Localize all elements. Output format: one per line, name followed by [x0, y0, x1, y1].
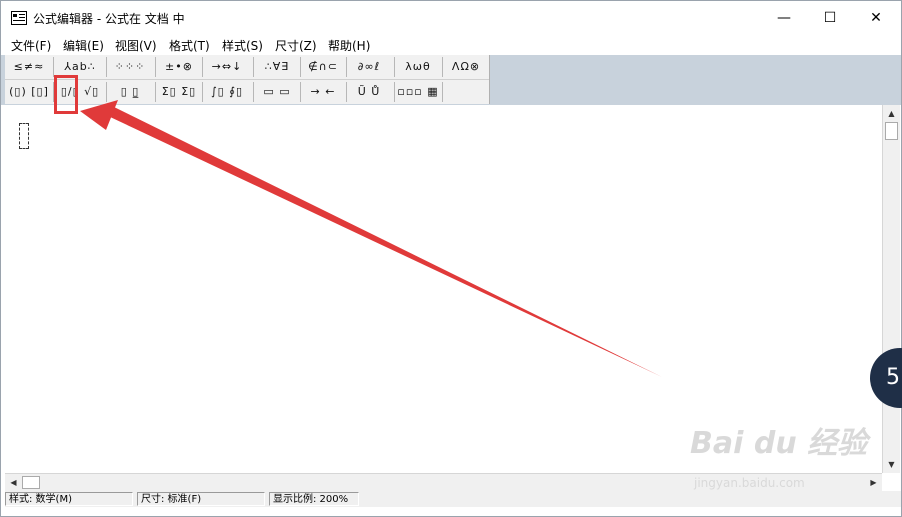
watermark: Bai du 经验 jingyan.baidu.com	[690, 418, 890, 498]
watermark-logo: Bai du 经验	[690, 426, 868, 461]
watermark-url: jingyan.baidu.com	[694, 476, 805, 490]
